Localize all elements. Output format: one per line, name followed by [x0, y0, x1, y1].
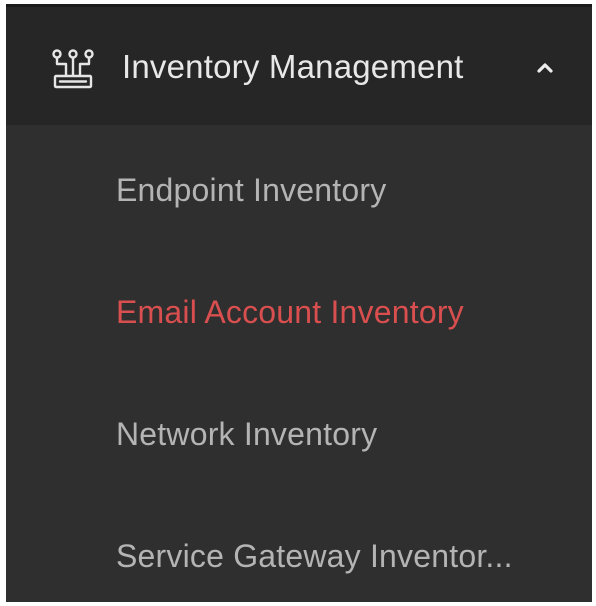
submenu-item-email-account-inventory[interactable]: Email Account Inventory	[116, 282, 586, 342]
inventory-submenu: Endpoint Inventory Email Account Invento…	[6, 125, 592, 602]
inventory-management-menu-header[interactable]: Inventory Management	[6, 7, 592, 125]
sidebar-panel: Inventory Management Endpoint Inventory …	[6, 4, 592, 602]
inventory-icon	[50, 49, 96, 89]
submenu-item-endpoint-inventory[interactable]: Endpoint Inventory	[116, 160, 586, 220]
menu-header-label: Inventory Management	[122, 48, 464, 85]
submenu-item-service-gateway-inventory[interactable]: Service Gateway Inventor...	[116, 526, 586, 586]
submenu-item-network-inventory[interactable]: Network Inventory	[116, 404, 586, 464]
chevron-up-icon[interactable]	[534, 57, 556, 79]
